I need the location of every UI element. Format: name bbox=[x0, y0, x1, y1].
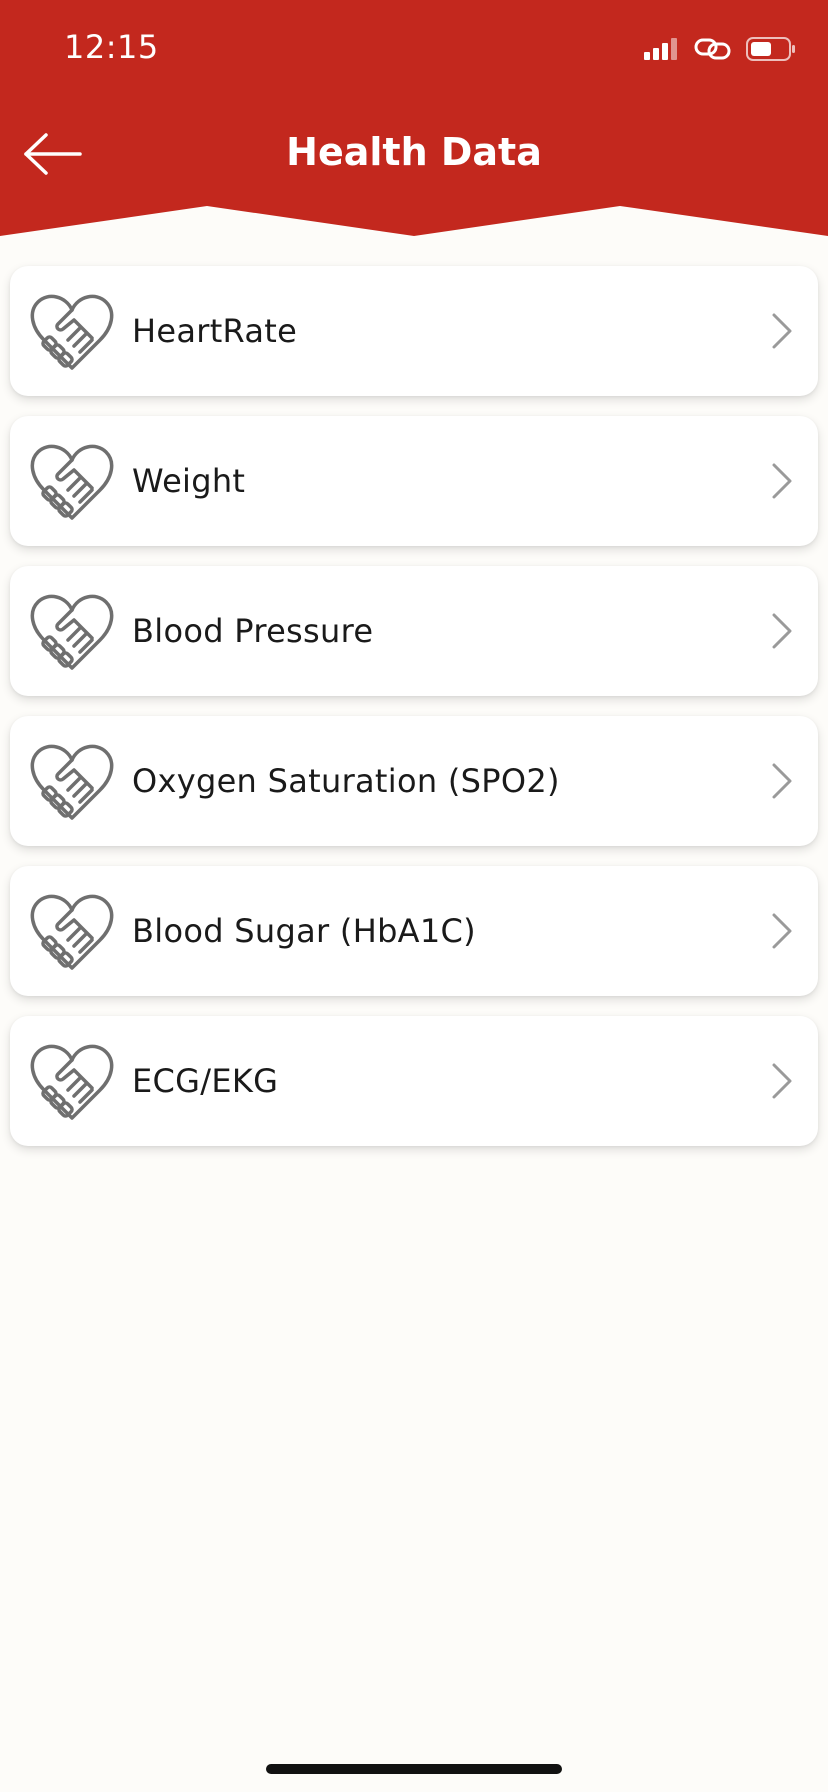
list-item-oxygen-saturation[interactable]: Oxygen Saturation (SPO2) bbox=[10, 716, 818, 846]
chevron-right-icon bbox=[772, 463, 792, 499]
chevron-right-icon bbox=[772, 763, 792, 799]
list-item-label: HeartRate bbox=[132, 312, 298, 350]
page-title: Health Data bbox=[286, 130, 542, 174]
heart-handshake-icon bbox=[30, 1044, 114, 1120]
heart-handshake-icon bbox=[30, 594, 114, 670]
chevron-right-icon bbox=[772, 613, 792, 649]
chevron-right-icon bbox=[772, 913, 792, 949]
heart-handshake-icon bbox=[30, 894, 114, 970]
list-item-blood-pressure[interactable]: Blood Pressure bbox=[10, 566, 818, 696]
heart-handshake-icon bbox=[30, 294, 114, 370]
list-item-label: Blood Pressure bbox=[132, 612, 374, 650]
health-data-list: HeartRate Weight Blood Pressure Oxygen S… bbox=[10, 266, 818, 1166]
list-item-label: Blood Sugar (HbA1C) bbox=[132, 912, 476, 950]
list-item-label: Weight bbox=[132, 462, 246, 500]
chevron-right-icon bbox=[772, 313, 792, 349]
heart-handshake-icon bbox=[30, 444, 114, 520]
status-icons bbox=[644, 36, 796, 62]
status-time: 12:15 bbox=[64, 28, 159, 66]
chevron-right-icon bbox=[772, 1063, 792, 1099]
home-indicator[interactable] bbox=[266, 1764, 562, 1774]
list-item-label: Oxygen Saturation (SPO2) bbox=[132, 762, 560, 800]
list-item-label: ECG/EKG bbox=[132, 1062, 279, 1100]
list-item-blood-sugar[interactable]: Blood Sugar (HbA1C) bbox=[10, 866, 818, 996]
cellular-signal-icon bbox=[644, 38, 677, 60]
battery-icon bbox=[746, 37, 795, 61]
app-header: 12:15 Health Data bbox=[0, 0, 828, 240]
list-item-weight[interactable]: Weight bbox=[10, 416, 818, 546]
link-icon bbox=[694, 38, 731, 60]
heart-handshake-icon bbox=[30, 744, 114, 820]
list-item-ecg-ekg[interactable]: ECG/EKG bbox=[10, 1016, 818, 1146]
list-item-heartrate[interactable]: HeartRate bbox=[10, 266, 818, 396]
